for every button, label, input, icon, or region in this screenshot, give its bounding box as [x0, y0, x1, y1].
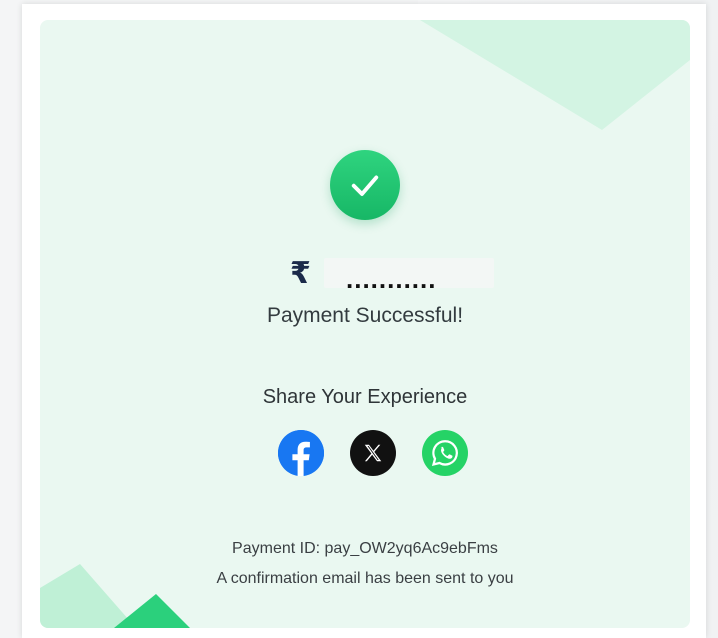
social-share-row	[278, 428, 468, 478]
whatsapp-icon	[431, 440, 458, 467]
x-icon	[364, 444, 382, 462]
amount-redacted: ...........	[324, 258, 494, 292]
facebook-icon	[278, 430, 324, 476]
share-x-button[interactable]	[350, 430, 396, 476]
share-whatsapp-button[interactable]	[422, 430, 468, 476]
payment-success-card: ₹ ........... Payment Successful! Share …	[40, 20, 690, 628]
confirmation-message: A confirmation email has been sent to yo…	[216, 570, 514, 587]
share-title: Share Your Experience	[262, 386, 468, 408]
check-mark-icon	[351, 175, 379, 196]
amount-row: ₹ ...........	[290, 256, 510, 292]
card-content: ₹ ........... Payment Successful! Share …	[40, 20, 690, 628]
amount-dots: ...........	[346, 264, 437, 294]
check-circle-icon	[330, 150, 400, 220]
payment-status: Payment Successful!	[266, 304, 464, 327]
share-facebook-button[interactable]	[278, 430, 324, 476]
payment-id: Payment ID: pay_OW2yq6Ac9ebFms	[232, 540, 498, 557]
currency-symbol: ₹	[290, 256, 311, 290]
